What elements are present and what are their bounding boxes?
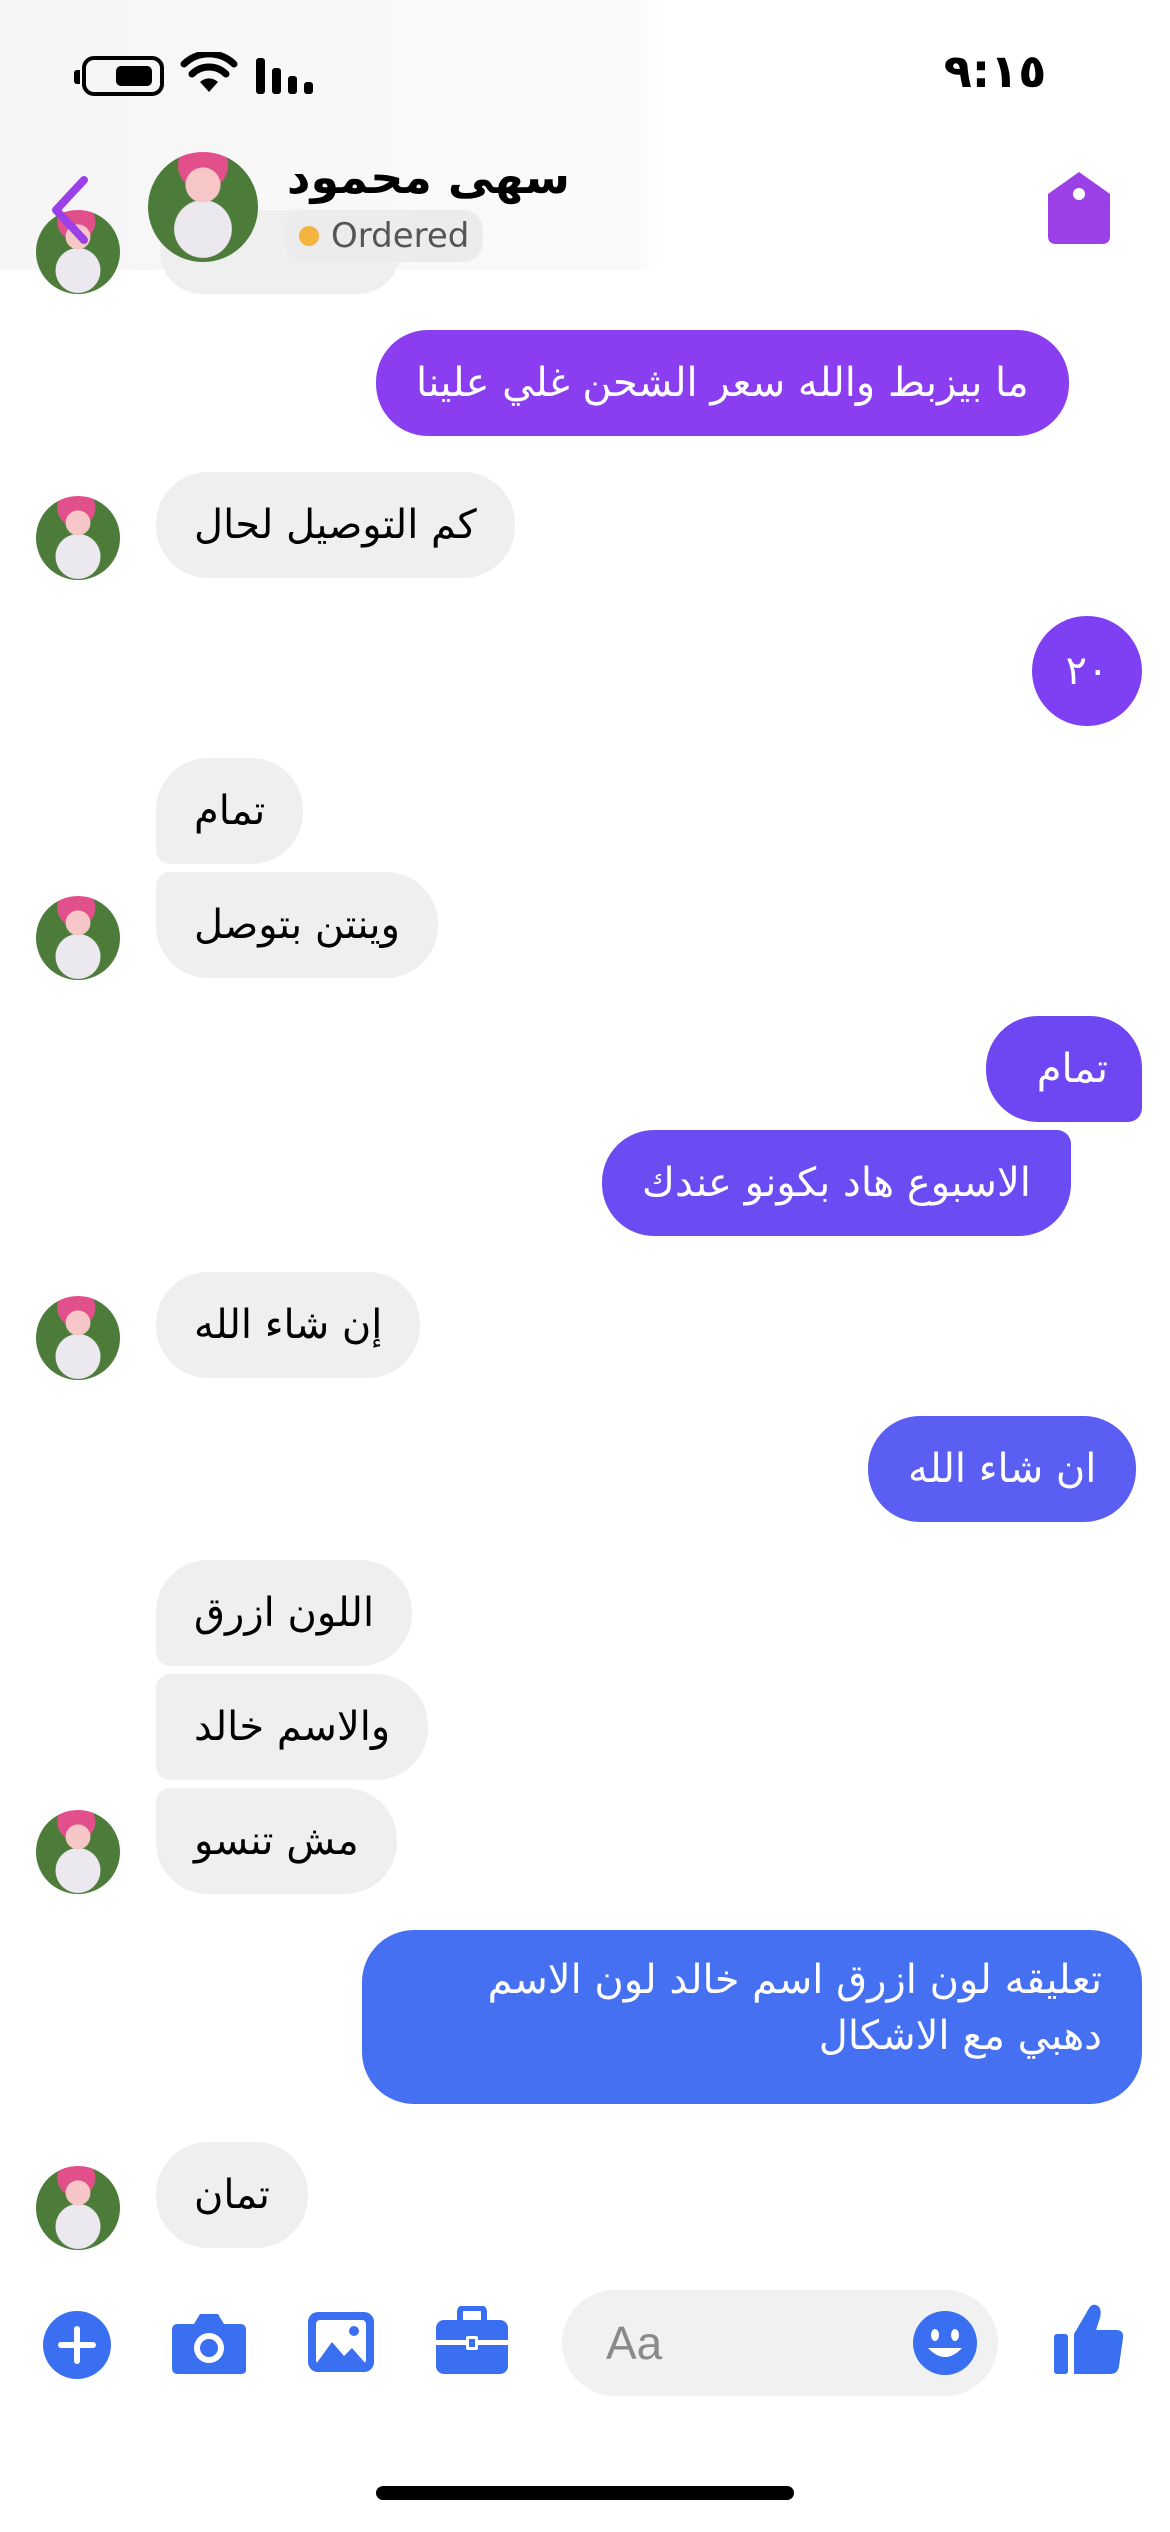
message-text-line-1: تعليقه لون ازرق اسم خالد لون الاسم xyxy=(487,1957,1102,2003)
message-text: تمان xyxy=(194,2172,270,2218)
outgoing-message[interactable]: ٢٠ xyxy=(1032,616,1142,726)
incoming-message[interactable]: إن شاء الله xyxy=(156,1272,421,1378)
tag-icon[interactable] xyxy=(1044,170,1114,246)
outgoing-message[interactable]: تمام xyxy=(986,1016,1142,1122)
image-icon[interactable] xyxy=(306,2310,376,2374)
message-text: تمام xyxy=(1036,1046,1108,1092)
contact-avatar-small[interactable] xyxy=(36,1296,120,1380)
contact-avatar-small[interactable] xyxy=(36,2166,120,2250)
message-text: الاسبوع هاد بكونو عندك xyxy=(642,1160,1031,1206)
message-composer[interactable] xyxy=(562,2290,998,2396)
message-text: تمام xyxy=(194,788,266,834)
incoming-message[interactable]: تمان xyxy=(156,2142,308,2248)
incoming-message[interactable]: كم التوصيل لحال xyxy=(156,472,515,578)
signal-icon xyxy=(256,58,313,94)
incoming-message[interactable]: مش تنسو xyxy=(156,1788,397,1894)
message-text: وينتن بتوصل xyxy=(194,902,400,948)
incoming-message[interactable]: والاسم خالد xyxy=(156,1674,429,1780)
contact-avatar[interactable] xyxy=(148,152,258,262)
message-text: ان شاء الله xyxy=(908,1446,1097,1492)
message-text-line-2: دهبي مع الاشكال xyxy=(818,2013,1102,2059)
order-status-badge[interactable]: Ordered xyxy=(285,210,484,262)
contact-avatar-small[interactable] xyxy=(36,896,120,980)
back-chevron-icon[interactable] xyxy=(40,170,100,250)
message-text: مش تنسو xyxy=(194,1818,359,1864)
outgoing-message[interactable]: ما بيزبط والله سعر الشحن غلي علينا xyxy=(376,330,1069,436)
message-text: إن شاء الله xyxy=(194,1302,383,1348)
wifi-icon xyxy=(180,52,238,92)
contact-avatar-small[interactable] xyxy=(36,1810,120,1894)
order-status-label: Ordered xyxy=(331,216,470,256)
battery-icon xyxy=(74,56,164,96)
status-dot-icon xyxy=(299,226,319,246)
contact-name[interactable]: سهى محمود xyxy=(280,150,570,204)
message-text: ما بيزبط والله سعر الشحن غلي علينا xyxy=(416,360,1029,406)
chat-header: سهى محمود Ordered xyxy=(0,150,1170,270)
messenger-chat-screen: ٩:١٥ سهى محمود Ordered ما بيزبط والله سع… xyxy=(0,0,1170,2532)
message-text: ٢٠ xyxy=(1065,648,1109,694)
outgoing-message[interactable]: تعليقه لون ازرق اسم خالد لون الاسم دهبي … xyxy=(362,1930,1142,2104)
incoming-message[interactable]: اللون ازرق xyxy=(156,1560,413,1666)
status-time: ٩:١٥ xyxy=(943,44,1047,98)
status-bar: ٩:١٥ xyxy=(0,0,1170,150)
message-text: اللون ازرق xyxy=(194,1590,375,1636)
message-input[interactable] xyxy=(606,2314,906,2372)
message-text: كم التوصيل لحال xyxy=(194,502,477,548)
outgoing-message[interactable]: الاسبوع هاد بكونو عندك xyxy=(602,1130,1071,1236)
contact-avatar-small[interactable] xyxy=(36,496,120,580)
incoming-message[interactable]: وينتن بتوصل xyxy=(156,872,438,978)
plus-icon[interactable] xyxy=(42,2310,112,2380)
emoji-icon[interactable] xyxy=(912,2310,978,2376)
home-indicator xyxy=(376,2486,794,2500)
thumbs-up-icon[interactable] xyxy=(1052,2300,1126,2378)
message-text: والاسم خالد xyxy=(194,1704,391,1750)
briefcase-icon[interactable] xyxy=(434,2306,510,2376)
outgoing-message[interactable]: ان شاء الله xyxy=(868,1416,1137,1522)
camera-icon[interactable] xyxy=(170,2310,248,2376)
incoming-message[interactable]: تمام xyxy=(156,758,304,864)
